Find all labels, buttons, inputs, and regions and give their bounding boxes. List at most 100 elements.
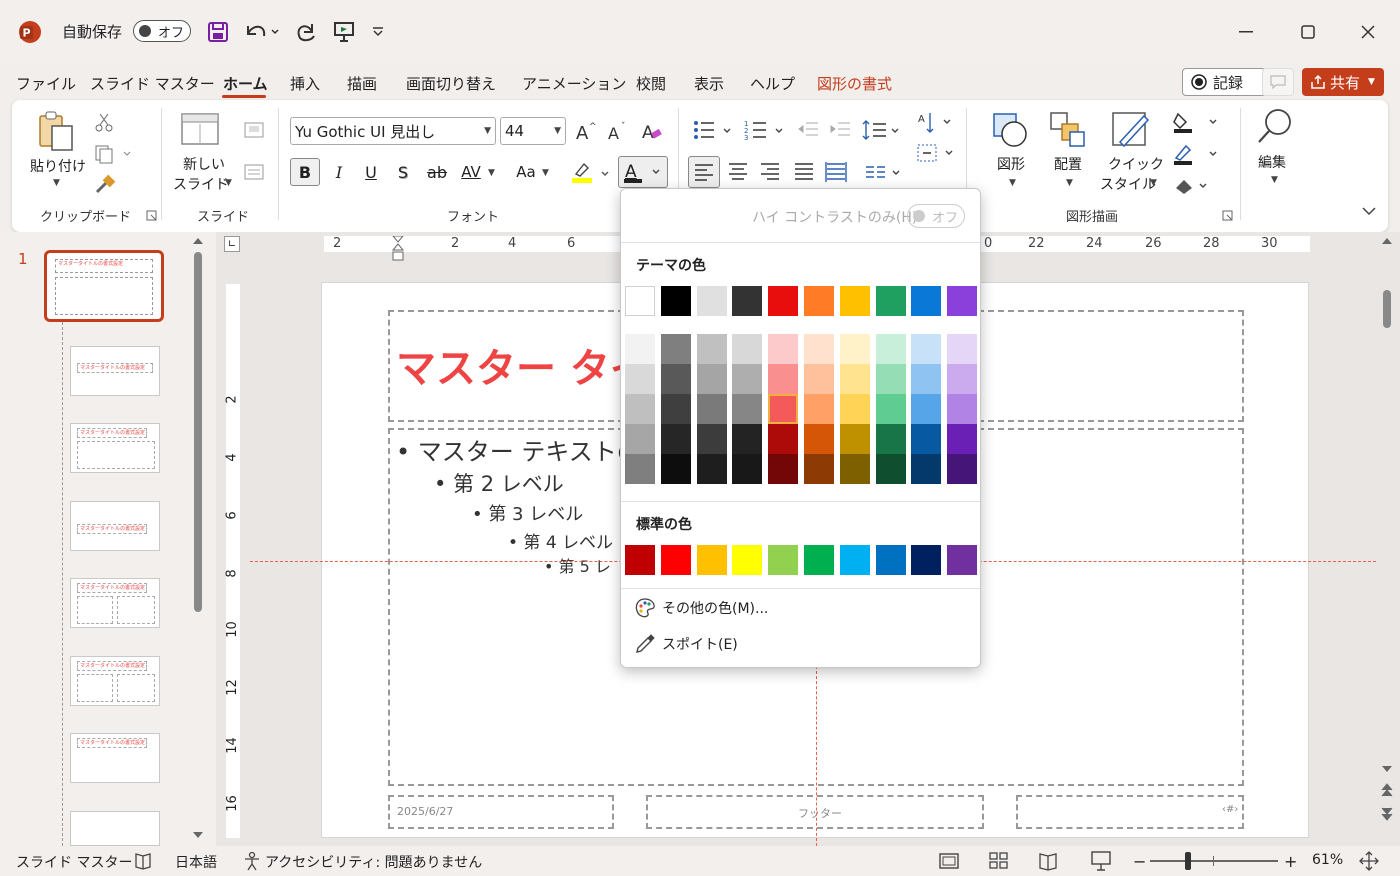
font-name-select[interactable]: Yu Gothic UI 見出し ▼ <box>290 117 496 145</box>
minimize-icon[interactable] <box>1232 20 1260 44</box>
color-swatch[interactable] <box>947 454 978 484</box>
redo-icon[interactable] <box>292 18 320 46</box>
color-swatch[interactable] <box>875 334 906 364</box>
color-swatch[interactable] <box>804 286 834 316</box>
color-swatch[interactable] <box>875 364 906 394</box>
thumb-scrollbar[interactable] <box>190 234 206 846</box>
color-swatch[interactable] <box>696 545 727 575</box>
zoom-level[interactable]: 61% <box>1312 852 1343 868</box>
text-direction-icon[interactable]: A <box>916 110 958 136</box>
color-swatch[interactable] <box>625 454 655 484</box>
tab-insert[interactable]: 挿入 <box>290 73 320 94</box>
color-swatch[interactable] <box>732 454 763 484</box>
justify-icon[interactable] <box>792 160 816 184</box>
color-swatch[interactable] <box>660 454 691 484</box>
zoom-slider[interactable] <box>1150 860 1278 862</box>
layout-thumbnail[interactable]: マスタータイトルの書式設定 <box>70 733 160 783</box>
color-swatch[interactable] <box>947 286 978 316</box>
color-swatch[interactable] <box>660 545 691 575</box>
indent-marker[interactable] <box>391 236 405 262</box>
color-swatch[interactable] <box>696 286 727 316</box>
font-size-select[interactable]: 44 ▼ <box>500 117 566 145</box>
color-swatch[interactable] <box>696 454 727 484</box>
fit-to-window-icon[interactable] <box>1358 850 1380 872</box>
color-swatch[interactable] <box>911 424 942 454</box>
slide-number-placeholder[interactable] <box>1016 795 1244 829</box>
color-swatch[interactable] <box>660 394 691 424</box>
color-swatch[interactable] <box>839 424 870 454</box>
record-button[interactable]: 記録 <box>1182 68 1266 96</box>
close-icon[interactable] <box>1354 20 1382 44</box>
arrange-icon[interactable] <box>1048 110 1092 150</box>
color-swatch[interactable] <box>839 545 870 575</box>
autosave-toggle[interactable]: オフ <box>133 20 191 42</box>
new-slide-icon[interactable] <box>180 110 224 150</box>
grow-font-icon[interactable]: A ^ <box>574 120 598 142</box>
strikethrough-button[interactable]: ab <box>424 158 450 186</box>
color-swatch[interactable] <box>947 545 978 575</box>
drawing-launcher-icon[interactable] <box>1222 210 1234 222</box>
color-swatch[interactable] <box>804 545 834 575</box>
color-swatch[interactable] <box>768 424 799 454</box>
guide-vertical[interactable] <box>816 666 817 846</box>
zoom-out-button[interactable]: − <box>1133 852 1146 871</box>
color-swatch[interactable] <box>732 545 763 575</box>
font-color-button[interactable]: A <box>618 156 668 188</box>
color-swatch[interactable] <box>696 334 727 364</box>
color-swatch[interactable] <box>911 545 942 575</box>
slideshow-icon[interactable] <box>1090 850 1112 872</box>
layout-thumbnail[interactable] <box>70 811 160 846</box>
color-swatch[interactable] <box>839 394 870 424</box>
undo-icon[interactable] <box>242 18 282 46</box>
color-swatch[interactable] <box>911 286 942 316</box>
color-swatch[interactable] <box>768 334 799 364</box>
customize-qat-icon[interactable] <box>368 22 388 42</box>
increase-indent-icon[interactable] <box>830 120 852 140</box>
clipboard-launcher-icon[interactable] <box>146 210 158 222</box>
color-swatch[interactable] <box>911 454 942 484</box>
highlight-icon[interactable] <box>570 160 614 186</box>
color-swatch[interactable] <box>660 334 691 364</box>
color-swatch[interactable] <box>875 286 906 316</box>
language-label[interactable]: 日本語 <box>175 852 217 872</box>
align-left-icon[interactable] <box>688 156 720 188</box>
layout-thumbnail[interactable]: マスタータイトルの書式設定 <box>70 656 160 706</box>
columns-icon[interactable] <box>862 160 906 184</box>
layout-icon[interactable] <box>244 162 266 182</box>
shadow-button[interactable]: S <box>392 158 414 186</box>
high-contrast-toggle[interactable]: オフ <box>907 204 965 228</box>
save-icon[interactable] <box>206 20 230 44</box>
color-swatch[interactable] <box>625 545 655 575</box>
quick-styles-icon[interactable] <box>1110 110 1154 152</box>
copy-icon[interactable] <box>94 144 134 164</box>
color-swatch[interactable] <box>911 364 942 394</box>
color-swatch[interactable] <box>732 364 763 394</box>
tab-selector[interactable]: ∟ <box>224 236 240 252</box>
clear-formatting-icon[interactable]: A <box>640 120 664 142</box>
numbering-icon[interactable]: 123 <box>744 118 788 142</box>
color-swatch[interactable] <box>875 394 906 424</box>
selected-color-swatch[interactable] <box>768 394 799 424</box>
distributed-icon[interactable] <box>824 160 848 184</box>
color-swatch[interactable] <box>696 424 727 454</box>
color-swatch[interactable] <box>839 334 870 364</box>
color-swatch[interactable] <box>911 334 942 364</box>
color-swatch[interactable] <box>732 424 763 454</box>
layout-thumbnail[interactable]: マスタータイトルの書式設定 <box>70 501 160 551</box>
color-swatch[interactable] <box>696 394 727 424</box>
shrink-font-icon[interactable]: Aˇ <box>606 120 630 142</box>
underline-button[interactable]: U <box>360 158 382 186</box>
zoom-in-button[interactable]: + <box>1284 852 1297 871</box>
decrease-indent-icon[interactable] <box>798 120 820 140</box>
tab-home[interactable]: ホーム <box>223 73 268 94</box>
layout-thumbnail[interactable]: マスタータイトルの書式設定 <box>70 578 160 628</box>
slide-sorter-icon[interactable] <box>988 851 1010 871</box>
color-swatch[interactable] <box>660 424 691 454</box>
color-swatch[interactable] <box>804 334 834 364</box>
master-thumbnail[interactable]: マスタータイトルの書式設定 <box>44 250 164 322</box>
shape-outline-icon[interactable] <box>1172 142 1222 166</box>
color-swatch[interactable] <box>625 424 655 454</box>
search-icon[interactable] <box>1256 106 1296 146</box>
tab-slide-master[interactable]: スライド マスター <box>90 73 215 94</box>
format-painter-icon[interactable] <box>94 174 116 196</box>
